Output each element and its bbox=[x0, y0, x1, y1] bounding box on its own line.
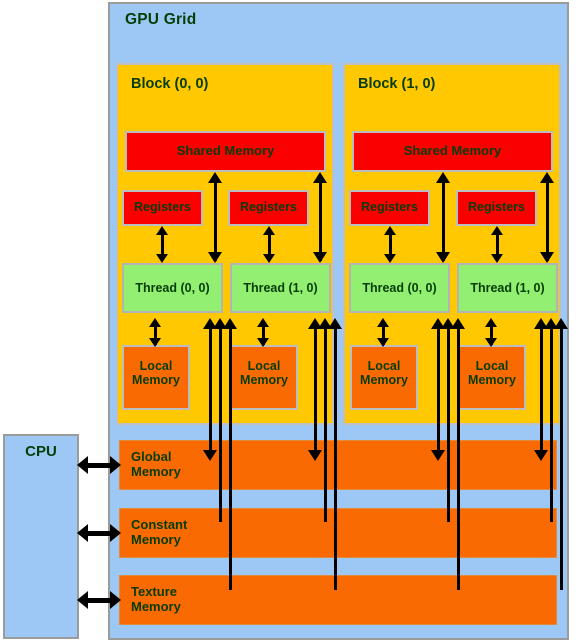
registers-block-1-lane-0-label: Registers bbox=[361, 200, 418, 214]
local-memory-block-0-lane-1-label: Local Memory bbox=[240, 359, 288, 387]
arrow-cpu-texture-head-left bbox=[77, 591, 88, 609]
arrow-registers-thread-b0l0-head-down bbox=[156, 254, 168, 263]
arrow-cpu-constant-head-left bbox=[77, 524, 88, 542]
arrow-thread-local-b0l0-head-up bbox=[149, 318, 161, 327]
global-memory-box bbox=[119, 440, 557, 490]
arrow-texture-thread-b0l1-head-up bbox=[328, 318, 342, 329]
arrow-registers-thread-b0l1-head-up bbox=[263, 226, 275, 235]
arrow-constant-thread-b1l0-shaft bbox=[447, 322, 450, 522]
gpu-grid-title: GPU Grid bbox=[125, 11, 197, 28]
registers-block-0-lane-1-label: Registers bbox=[240, 200, 297, 214]
arrow-cpu-global-shaft bbox=[86, 463, 112, 468]
arrow-thread-local-b0l0-head-down bbox=[149, 338, 161, 347]
arrow-shared-thread-b1l1-shaft bbox=[546, 176, 549, 261]
arrow-thread-local-b1l1-head-up bbox=[485, 318, 497, 327]
arrow-texture-thread-b0l0-shaft bbox=[229, 322, 232, 590]
shared-memory-block-1-label: Shared Memory bbox=[403, 143, 502, 158]
local-memory-block-0-lane-0-label: Local Memory bbox=[132, 359, 180, 387]
arrow-shared-thread-b1l0-head-down bbox=[436, 252, 450, 263]
arrow-shared-thread-b0l0-shaft bbox=[214, 176, 217, 261]
arrow-thread-local-b0l1-head-down bbox=[257, 338, 269, 347]
arrow-thread-global-b1l0-head-down bbox=[431, 450, 445, 461]
arrow-thread-local-b0l1-head-up bbox=[257, 318, 269, 327]
arrow-shared-thread-b0l0-head-down bbox=[208, 252, 222, 263]
arrow-texture-thread-b0l1-shaft bbox=[334, 322, 337, 590]
global-memory-label: Global Memory bbox=[131, 449, 181, 479]
arrow-shared-thread-b1l1-head-down bbox=[540, 252, 554, 263]
cpu-box bbox=[3, 434, 79, 639]
arrow-texture-thread-b1l1-shaft bbox=[560, 322, 563, 590]
texture-memory-box bbox=[119, 575, 557, 625]
arrow-texture-thread-b1l0-shaft bbox=[457, 322, 460, 590]
thread-block-1-lane-0-label: Thread (0, 0) bbox=[362, 281, 437, 295]
arrow-cpu-texture-head-right bbox=[110, 591, 121, 609]
thread-block-0-lane-1-label: Thread (1, 0) bbox=[243, 281, 318, 295]
arrow-texture-thread-b1l1-head-up bbox=[554, 318, 568, 329]
arrow-thread-global-b0l1-shaft bbox=[314, 322, 317, 457]
thread-block-1-lane-1-label: Thread (1, 0) bbox=[470, 281, 545, 295]
arrow-shared-thread-b0l0-head-up bbox=[208, 172, 222, 183]
arrow-constant-thread-b0l0-shaft bbox=[219, 322, 222, 522]
arrow-shared-thread-b1l0-shaft bbox=[442, 176, 445, 261]
cpu-label: CPU bbox=[25, 443, 57, 460]
arrow-thread-global-b0l0-shaft bbox=[209, 322, 212, 457]
arrow-thread-global-b1l0-shaft bbox=[437, 322, 440, 457]
arrow-shared-thread-b0l1-head-up bbox=[313, 172, 327, 183]
block-1-title: Block (1, 0) bbox=[358, 76, 436, 92]
registers-block-0-lane-0-label: Registers bbox=[134, 200, 191, 214]
arrow-registers-thread-b1l0-head-up bbox=[384, 226, 396, 235]
arrow-registers-thread-b0l0-head-up bbox=[156, 226, 168, 235]
arrow-thread-local-b1l0-head-down bbox=[377, 338, 389, 347]
arrow-registers-thread-b1l0-head-down bbox=[384, 254, 396, 263]
local-memory-block-1-lane-0-label: Local Memory bbox=[360, 359, 408, 387]
shared-memory-block-0-label: Shared Memory bbox=[176, 143, 275, 158]
arrow-shared-thread-b1l0-head-up bbox=[436, 172, 450, 183]
arrow-cpu-global-head-left bbox=[77, 456, 88, 474]
arrow-cpu-constant-shaft bbox=[86, 531, 112, 536]
arrow-shared-thread-b0l1-head-down bbox=[313, 252, 327, 263]
thread-block-0-lane-0-label: Thread (0, 0) bbox=[135, 281, 210, 295]
arrow-constant-thread-b0l1-shaft bbox=[324, 322, 327, 522]
arrow-thread-local-b1l0-head-up bbox=[377, 318, 389, 327]
arrow-thread-global-b0l0-head-down bbox=[203, 450, 217, 461]
arrow-texture-thread-b1l0-head-up bbox=[451, 318, 465, 329]
arrow-registers-thread-b0l1-head-down bbox=[263, 254, 275, 263]
block-0-title: Block (0, 0) bbox=[131, 76, 209, 92]
arrow-texture-thread-b0l0-head-up bbox=[223, 318, 237, 329]
cuda-memory-hierarchy-diagram: GPU Grid Block (0, 0) Shared Memory Regi… bbox=[0, 0, 579, 641]
arrow-constant-thread-b1l1-shaft bbox=[550, 322, 553, 522]
arrow-thread-global-b1l1-head-down bbox=[534, 450, 548, 461]
local-memory-block-1-lane-1-label: Local Memory bbox=[468, 359, 516, 387]
arrow-shared-thread-b0l1-shaft bbox=[319, 176, 322, 261]
registers-block-1-lane-1-label: Registers bbox=[468, 200, 525, 214]
arrow-thread-local-b1l1-head-down bbox=[485, 338, 497, 347]
arrow-shared-thread-b1l1-head-up bbox=[540, 172, 554, 183]
arrow-cpu-texture-shaft bbox=[86, 598, 112, 603]
arrow-cpu-global-head-right bbox=[110, 456, 121, 474]
arrow-cpu-constant-head-right bbox=[110, 524, 121, 542]
arrow-thread-global-b0l1-head-down bbox=[308, 450, 322, 461]
arrow-registers-thread-b1l1-head-down bbox=[491, 254, 503, 263]
arrow-registers-thread-b1l1-head-up bbox=[491, 226, 503, 235]
texture-memory-label: Texture Memory bbox=[131, 584, 181, 614]
arrow-thread-global-b1l1-shaft bbox=[540, 322, 543, 457]
constant-memory-label: Constant Memory bbox=[131, 517, 188, 547]
